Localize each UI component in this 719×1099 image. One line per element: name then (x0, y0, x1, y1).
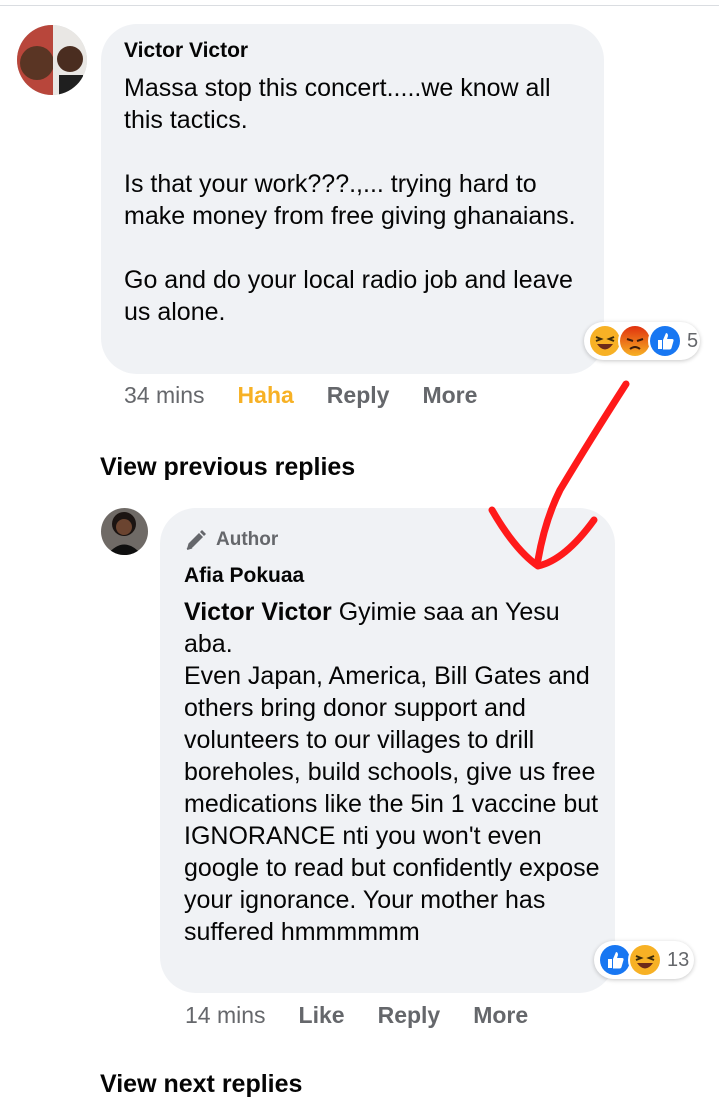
comment-bubble: Victor Victor Massa stop this concert...… (101, 24, 604, 374)
reply-author[interactable]: Afia Pokuaa (184, 564, 304, 588)
comment-author[interactable]: Victor Victor (124, 39, 248, 63)
reaction-count: 13 (667, 948, 690, 971)
reply-button[interactable]: Reply (327, 382, 390, 409)
reaction-count: 5 (687, 329, 699, 352)
reply-body: Gyimie saa an Yesu aba. Even Japan, Amer… (184, 598, 600, 946)
reply-actions: 14 mins Like Reply More (185, 1002, 561, 1029)
more-button[interactable]: More (473, 1002, 528, 1029)
like-button[interactable]: Like (299, 1002, 345, 1029)
mention-link[interactable]: Victor Victor (184, 598, 332, 626)
comment-actions: 34 mins Haha Reply More (124, 382, 510, 409)
reaction-summary[interactable]: 13 (594, 941, 694, 979)
avatar[interactable] (17, 25, 87, 95)
haha-button[interactable]: Haha (238, 382, 294, 409)
like-react-icon (648, 324, 682, 358)
reply-button[interactable]: Reply (378, 1002, 441, 1029)
reaction-summary[interactable]: 5 (584, 322, 700, 360)
author-badge-label: Author (216, 529, 279, 550)
laugh-react-icon (628, 943, 662, 977)
reply-bubble: Author Afia Pokuaa Victor Victor Gyimie … (160, 508, 615, 993)
angry-react-icon (618, 324, 652, 358)
view-next-replies[interactable]: View next replies (100, 1070, 302, 1099)
avatar[interactable] (101, 508, 148, 555)
pencil-icon (186, 530, 206, 550)
author-badge: Author (184, 528, 278, 552)
view-previous-replies[interactable]: View previous replies (100, 453, 355, 482)
comment-time[interactable]: 34 mins (124, 382, 205, 409)
reply-text: Victor Victor Gyimie saa an Yesu aba. Ev… (184, 596, 609, 948)
like-react-icon (598, 943, 632, 977)
comment-text: Massa stop this concert.....we know all … (124, 74, 576, 326)
top-divider (0, 5, 719, 6)
reply-time[interactable]: 14 mins (185, 1002, 266, 1029)
laugh-react-icon (588, 324, 622, 358)
annotation-arrow (488, 380, 630, 570)
